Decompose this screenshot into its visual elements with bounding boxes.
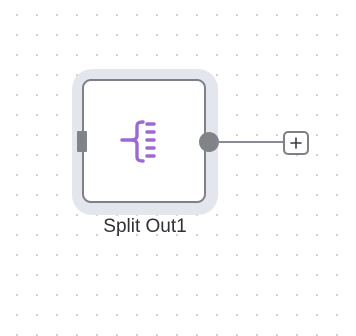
plus-icon [290,137,302,149]
output-connector-line [217,141,283,143]
add-node-button[interactable] [283,131,309,155]
node-input-handle[interactable] [77,131,87,152]
workflow-canvas[interactable]: Split Out1 [0,0,356,336]
node-output-handle[interactable] [199,132,219,152]
split-out-node[interactable] [82,79,206,203]
split-out-icon [120,120,156,163]
node-name-label: Split Out1 [103,216,187,237]
